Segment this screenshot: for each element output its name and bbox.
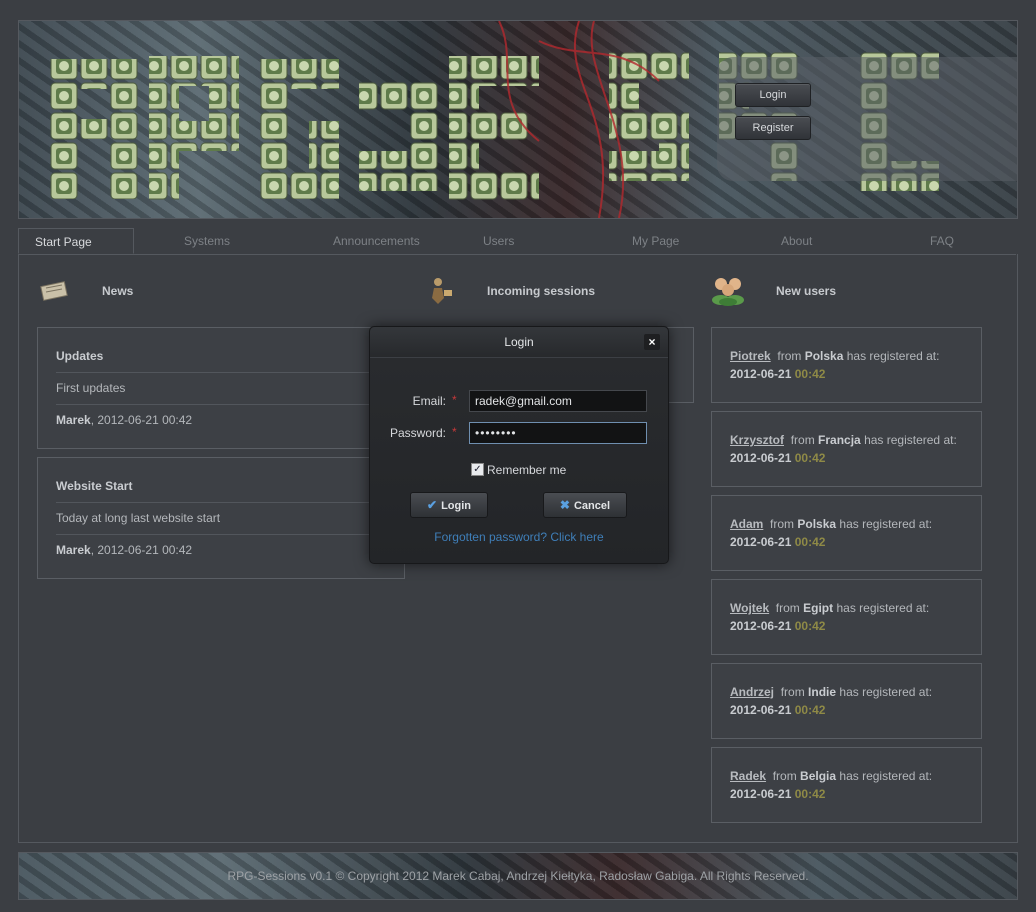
divider [56, 372, 386, 373]
user-link[interactable]: Piotrek [730, 349, 771, 363]
dialog-header: Login × [370, 327, 668, 358]
checkmark-icon: ✔ [427, 498, 438, 512]
from-label: from [777, 349, 802, 363]
incoming-sessions-heading: Incoming sessions [487, 284, 596, 298]
news-meta: Marek, 2012-06-21 00:42 [56, 413, 192, 427]
new-user-item: Wojtek from Egipt has registered at: 201… [711, 579, 982, 655]
divider [56, 404, 386, 405]
news-item: Website Start Today at long last website… [37, 457, 405, 579]
header-login-button[interactable]: Login [735, 83, 811, 107]
divider [56, 502, 386, 503]
new-user-item: Andrzej from Indie has registered at: 20… [711, 663, 982, 739]
registered-label: has registered at: [836, 601, 930, 615]
divider [56, 534, 386, 535]
user-link[interactable]: Adam [730, 517, 763, 531]
register-date: 2012-06-21 [730, 451, 792, 465]
required-mark: * [452, 425, 457, 439]
news-heading: News [102, 284, 134, 298]
dialog-title: Login [504, 335, 534, 349]
tab-announcements[interactable]: Announcements [333, 228, 420, 254]
news-title: Updates [56, 349, 104, 363]
user-country: Polska [804, 349, 844, 363]
news-title: Website Start [56, 479, 133, 493]
cancel-x-icon: ✖ [559, 498, 570, 512]
new-user-item: Krzysztof from Francja has registered at… [711, 411, 982, 487]
from-label: from [790, 433, 815, 447]
tab-about[interactable]: About [781, 228, 812, 254]
user-country: Polska [797, 517, 837, 531]
new-user-item: Radek from Belgia has registered at: 201… [711, 747, 982, 823]
register-date: 2012-06-21 [730, 619, 792, 633]
remember-me-checkbox[interactable]: ✓ [471, 463, 484, 476]
register-date: 2012-06-21 [730, 367, 792, 381]
main-nav: Start Page Systems Announcements Users M… [18, 228, 1016, 255]
new-user-item: Piotrek from Polska has registered at: 2… [711, 327, 982, 403]
new-user-item: Adam from Polska has registered at: 2012… [711, 495, 982, 571]
registered-label: has registered at: [839, 685, 933, 699]
register-time: 00:42 [794, 451, 826, 465]
registered-label: has registered at: [864, 433, 957, 447]
user-country: Indie [808, 685, 837, 699]
users-group-icon [712, 278, 744, 306]
email-field[interactable]: radek@gmail.com [469, 390, 647, 412]
user-link[interactable]: Radek [730, 769, 766, 783]
password-field[interactable]: •••••••• [469, 422, 647, 444]
registered-label: has registered at: [839, 517, 933, 531]
user-link[interactable]: Krzysztof [730, 433, 784, 447]
register-time: 00:42 [794, 367, 826, 381]
remember-me-label[interactable]: Remember me [487, 463, 566, 477]
new-users-heading: New users [776, 284, 837, 298]
register-time: 00:42 [794, 703, 826, 717]
tab-users[interactable]: Users [483, 228, 514, 254]
close-icon[interactable]: × [644, 334, 660, 350]
user-country: Belgia [800, 769, 837, 783]
auth-panel: Login Register [717, 57, 1017, 181]
registered-label: has registered at: [846, 349, 940, 363]
from-label: from [772, 769, 797, 783]
login-submit-button[interactable]: ✔ Login [410, 492, 488, 518]
from-label: from [770, 517, 795, 531]
user-country: Francja [818, 433, 861, 447]
news-meta: Marek, 2012-06-21 00:42 [56, 543, 192, 557]
register-date: 2012-06-21 [730, 703, 792, 717]
news-author: Marek [56, 543, 91, 557]
forgot-password-link[interactable]: Forgotten password? Click here [370, 530, 668, 544]
news-author: Marek [56, 413, 91, 427]
register-date: 2012-06-21 [730, 535, 792, 549]
adventurer-icon [432, 278, 452, 304]
password-label: Password: [389, 426, 446, 440]
user-link[interactable]: Andrzej [730, 685, 774, 699]
tab-systems[interactable]: Systems [184, 228, 230, 254]
from-label: from [775, 601, 800, 615]
login-dialog: Login × Email: * radek@gmail.com Passwor… [369, 326, 669, 564]
from-label: from [780, 685, 805, 699]
header-register-button[interactable]: Register [735, 116, 811, 140]
user-link[interactable]: Wojtek [730, 601, 769, 615]
register-date: 2012-06-21 [730, 787, 792, 801]
cancel-button-label: Cancel [573, 500, 611, 512]
user-country: Egipt [803, 601, 834, 615]
copyright-text: RPG-Sessions v0.1 © Copyright 2012 Marek… [227, 869, 809, 883]
news-date: , 2012-06-21 00:42 [90, 543, 193, 557]
tab-faq[interactable]: FAQ [930, 228, 954, 254]
footer: RPG-Sessions v0.1 © Copyright 2012 Marek… [18, 852, 1018, 900]
newspaper-icon [40, 281, 68, 301]
required-mark: * [452, 393, 457, 407]
register-time: 00:42 [794, 787, 826, 801]
news-item: Updates First updates Marek, 2012-06-21 … [37, 327, 405, 449]
register-time: 00:42 [794, 619, 826, 633]
news-text: First updates [56, 381, 126, 395]
email-label: Email: [412, 394, 446, 408]
header-banner: Login Register [18, 20, 1018, 219]
registered-label: has registered at: [839, 769, 933, 783]
register-time: 00:42 [794, 535, 826, 549]
news-date: , 2012-06-21 00:42 [90, 413, 193, 427]
cancel-button[interactable]: ✖ Cancel [543, 492, 627, 518]
tab-start-page[interactable]: Start Page [18, 228, 134, 254]
news-text: Today at long last website start [56, 511, 221, 525]
login-button-label: Login [441, 500, 471, 512]
tab-my-page[interactable]: My Page [632, 228, 679, 254]
